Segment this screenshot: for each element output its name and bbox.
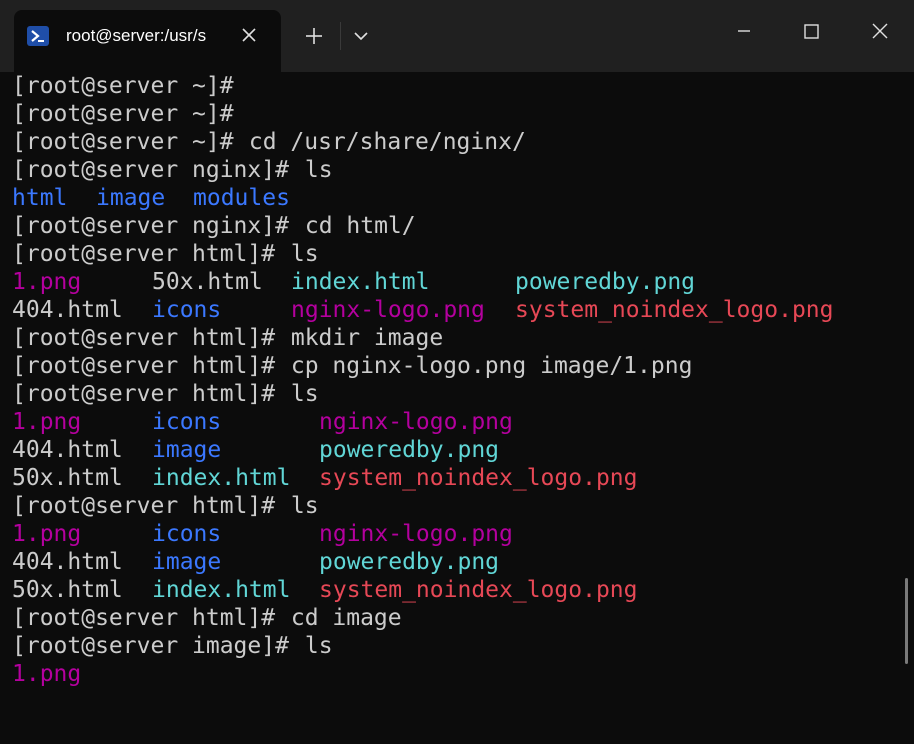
file-entry: 50x.html bbox=[12, 465, 123, 491]
file-entry: 404.html bbox=[12, 549, 123, 575]
file-entry: poweredby.png bbox=[319, 437, 500, 463]
maximize-icon[interactable] bbox=[782, 10, 842, 52]
shell-command: ls bbox=[291, 633, 333, 659]
file-entry: 404.html bbox=[12, 437, 123, 463]
shell-prompt: [root@server html]# bbox=[12, 325, 276, 351]
shell-prompt: [root@server html]# bbox=[12, 493, 276, 519]
ls-output-row: 50x.html index.html system_noindex_logo.… bbox=[12, 464, 638, 492]
shell-prompt: [root@server nginx]# bbox=[12, 213, 289, 239]
terminal-line: [root@server html]# cd image bbox=[12, 604, 402, 632]
ls-output-row: 1.png icons nginx-logo.png bbox=[12, 520, 513, 548]
directory-entry: image bbox=[152, 437, 222, 463]
chevron-down-icon[interactable] bbox=[346, 20, 376, 52]
title-bar: root@server:/usr/s bbox=[0, 0, 914, 72]
file-entry: system_noindex_logo.png bbox=[515, 297, 834, 323]
file-entry: nginx-logo.png bbox=[319, 521, 513, 547]
shell-command: ls bbox=[277, 241, 319, 267]
shell-prompt: [root@server image]# bbox=[12, 633, 289, 659]
terminal-output[interactable]: [root@server ~]# [root@server ~]# [root@… bbox=[0, 72, 914, 699]
shell-command: ls bbox=[291, 157, 333, 183]
close-icon[interactable] bbox=[236, 22, 262, 48]
shell-command: cd /usr/share/nginx/ bbox=[235, 129, 526, 155]
close-icon[interactable] bbox=[850, 10, 910, 52]
file-entry: poweredby.png bbox=[515, 269, 696, 295]
shell-prompt: [root@server html]# bbox=[12, 241, 276, 267]
terminal-line: [root@server html]# ls bbox=[12, 380, 319, 408]
file-entry: index.html bbox=[152, 465, 291, 491]
file-entry: 1.png bbox=[12, 269, 82, 295]
directory-entry: modules bbox=[193, 185, 290, 211]
directory-entry: html bbox=[12, 185, 68, 211]
ls-output-row: 404.html image poweredby.png bbox=[12, 548, 499, 576]
file-entry: nginx-logo.png bbox=[291, 297, 485, 323]
shell-command: ls bbox=[277, 381, 319, 407]
ls-output-row: 1.png bbox=[12, 660, 81, 688]
file-entry: 1.png bbox=[12, 661, 82, 687]
tab-separator bbox=[340, 22, 341, 50]
terminal-line: [root@server html]# ls bbox=[12, 492, 319, 520]
shell-command: cd image bbox=[277, 605, 402, 631]
powershell-icon bbox=[27, 26, 49, 46]
file-entry: 1.png bbox=[12, 409, 82, 435]
directory-entry: image bbox=[96, 185, 166, 211]
directory-entry: icons bbox=[152, 409, 222, 435]
terminal-line: [root@server nginx]# ls bbox=[12, 156, 333, 184]
shell-command: cd html/ bbox=[291, 213, 416, 239]
file-entry: poweredby.png bbox=[319, 549, 500, 575]
terminal-line: [root@server nginx]# cd html/ bbox=[12, 212, 416, 240]
file-entry: 1.png bbox=[12, 521, 82, 547]
terminal-line: [root@server ~]# bbox=[12, 100, 234, 128]
shell-command: ls bbox=[277, 493, 319, 519]
ls-output-row: 50x.html index.html system_noindex_logo.… bbox=[12, 576, 638, 604]
terminal-tab[interactable]: root@server:/usr/s bbox=[14, 10, 281, 72]
terminal-line: [root@server image]# ls bbox=[12, 632, 333, 660]
file-entry: system_noindex_logo.png bbox=[319, 577, 638, 603]
ls-output-row: 1.png icons nginx-logo.png bbox=[12, 408, 513, 436]
terminal-line: [root@server html]# ls bbox=[12, 240, 319, 268]
file-entry: 404.html bbox=[12, 297, 123, 323]
file-entry: system_noindex_logo.png bbox=[319, 465, 638, 491]
scrollbar-thumb[interactable] bbox=[905, 578, 908, 664]
minimize-icon[interactable] bbox=[714, 10, 774, 52]
tab-title: root@server:/usr/s bbox=[66, 26, 207, 45]
shell-prompt: [root@server nginx]# bbox=[12, 157, 289, 183]
shell-prompt: [root@server ~]# bbox=[12, 129, 234, 155]
file-entry: 50x.html bbox=[12, 577, 123, 603]
ls-output-row: html image modules bbox=[12, 184, 290, 212]
shell-prompt: [root@server html]# bbox=[12, 353, 276, 379]
ls-output-row: 1.png 50x.html index.html poweredby.png bbox=[12, 268, 695, 296]
ls-output-row: 404.html icons nginx-logo.png system_noi… bbox=[12, 296, 834, 324]
directory-entry: icons bbox=[152, 521, 222, 547]
file-entry: 50x.html bbox=[152, 269, 263, 295]
terminal-line: [root@server html]# cp nginx-logo.png im… bbox=[12, 352, 692, 380]
file-entry: index.html bbox=[291, 269, 430, 295]
shell-prompt: [root@server ~]# bbox=[12, 73, 234, 99]
shell-prompt: [root@server html]# bbox=[12, 381, 276, 407]
file-entry: nginx-logo.png bbox=[319, 409, 513, 435]
terminal-line: [root@server html]# mkdir image bbox=[12, 324, 443, 352]
shell-prompt: [root@server html]# bbox=[12, 605, 276, 631]
shell-command: mkdir image bbox=[277, 325, 444, 351]
terminal-line: [root@server ~]# bbox=[12, 72, 234, 100]
ls-output-row: 404.html image poweredby.png bbox=[12, 436, 499, 464]
plus-icon[interactable] bbox=[296, 20, 332, 52]
directory-entry: icons bbox=[152, 297, 222, 323]
terminal-line: [root@server ~]# cd /usr/share/nginx/ bbox=[12, 128, 526, 156]
shell-prompt: [root@server ~]# bbox=[12, 101, 234, 127]
directory-entry: image bbox=[152, 549, 222, 575]
shell-command: cp nginx-logo.png image/1.png bbox=[277, 353, 693, 379]
file-entry: index.html bbox=[152, 577, 291, 603]
